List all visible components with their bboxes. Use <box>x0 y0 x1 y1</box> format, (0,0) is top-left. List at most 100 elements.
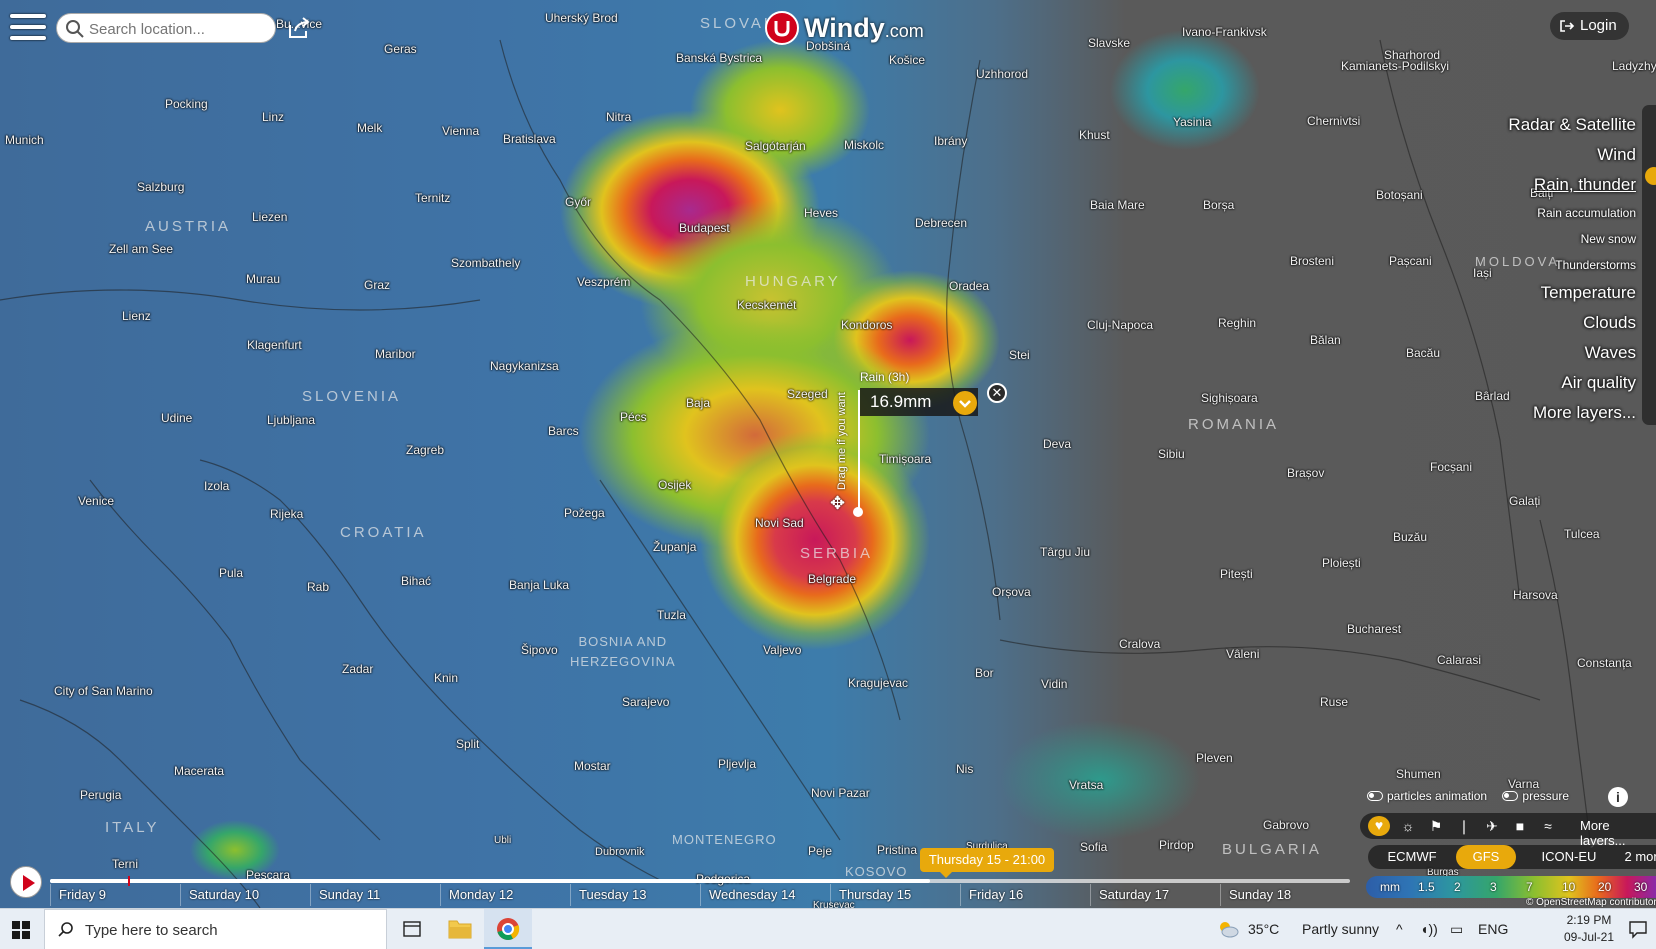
city-label: Valjevo <box>763 643 802 657</box>
timeline-day[interactable]: Sunday 18 <box>1220 884 1350 906</box>
layer-menu-item[interactable]: Rain, thunder <box>1508 170 1636 200</box>
layer-menu-item[interactable]: More layers... <box>1508 398 1636 428</box>
city-label: Liezen <box>252 210 288 224</box>
windy-logo[interactable]: Windy.com <box>765 11 924 45</box>
layer-menu: Radar & Satellite Wind Rain, thunder Rain a… <box>1508 110 1636 428</box>
timeline-current-time[interactable]: Thursday 15 - 21:00 <box>920 848 1054 878</box>
picker-point[interactable] <box>853 507 863 517</box>
timeline-day[interactable]: Wednesday 14 <box>700 884 830 906</box>
layer-menu-item[interactable]: Waves <box>1508 338 1636 368</box>
timeline-day[interactable]: Friday 9 <box>50 884 180 906</box>
city-label: Maribor <box>375 347 416 361</box>
timeline-day[interactable]: Friday 16 <box>960 884 1090 906</box>
timeline-day[interactable]: Saturday 10 <box>180 884 310 906</box>
login-button[interactable]: Login <box>1550 12 1629 40</box>
layer-menu-item[interactable]: Air quality <box>1508 368 1636 398</box>
model-option[interactable]: ICON-EU <box>1528 845 1610 869</box>
city-label: Cralova <box>1119 637 1161 651</box>
city-label: Rijeka <box>270 507 304 521</box>
model-option[interactable]: GFS <box>1456 845 1516 869</box>
picker-close-button[interactable]: ✕ <box>987 383 1007 403</box>
layer-icon-strip <box>1642 105 1656 425</box>
layer-menu-item[interactable]: Radar & Satellite <box>1508 110 1636 140</box>
hamburger-menu-icon[interactable] <box>10 12 46 42</box>
search-input[interactable] <box>89 18 269 40</box>
windows-start-icon[interactable] <box>0 909 42 949</box>
layer-menu-item[interactable]: Temperature <box>1508 278 1636 308</box>
task-view-icon[interactable] <box>388 909 436 949</box>
city-label: Košice <box>889 53 926 67</box>
attribution[interactable]: © OpenStreetMap contributors <box>1526 897 1656 908</box>
weather-icon[interactable]: ☼ <box>1398 817 1418 835</box>
chrome-icon[interactable] <box>484 909 532 949</box>
city-label: Nagykanizsa <box>490 359 559 373</box>
city-label: Baja <box>686 396 711 410</box>
city-label: Banská Bystrica <box>676 51 763 65</box>
pressure-toggle[interactable]: pressure <box>1502 789 1569 803</box>
city-label: Kecskemét <box>737 298 797 312</box>
legend-unit[interactable]: mm <box>1380 880 1400 894</box>
airplane-icon[interactable]: ✈ <box>1482 817 1502 835</box>
city-label: Cluj-Napoca <box>1087 318 1154 332</box>
model-selector: ECMWFGFS ICON-EU 2 more ⌄ <box>1368 845 1656 869</box>
timeline-day[interactable]: Thursday 15 <box>830 884 960 906</box>
city-label: Ploiești <box>1322 556 1361 570</box>
taskbar-clock[interactable]: 2:19 PM 09-Jul-21 <box>1564 912 1614 946</box>
file-explorer-icon[interactable] <box>436 909 484 949</box>
city-label: Munich <box>5 133 44 147</box>
overlay-toggles: particles animation pressure <box>1367 789 1581 804</box>
city-label: Târgu Jiu <box>1040 545 1091 559</box>
webcam-icon[interactable]: ■ <box>1510 817 1530 835</box>
layer-menu-item[interactable]: Clouds <box>1508 308 1636 338</box>
city-label: Ibrány <box>934 134 968 148</box>
timeline-day[interactable]: Tuesday 13 <box>570 884 700 906</box>
toggle-switch-icon <box>1367 791 1383 801</box>
search-box[interactable] <box>56 13 276 43</box>
country-label: SERBIA <box>800 545 874 562</box>
weather-temp[interactable]: 35°C <box>1248 921 1279 937</box>
weather-map[interactable]: SLOVAK... AUSTRIA HUNGARY SLOVENIA CROAT… <box>0 0 1656 908</box>
thermometer-icon[interactable]: ❘ <box>1454 817 1474 835</box>
city-label: Osijek <box>658 478 692 492</box>
timeline-day[interactable]: Saturday 17 <box>1090 884 1220 906</box>
weather-text[interactable]: Partly sunny <box>1302 921 1379 937</box>
city-label: Banja Luka <box>509 578 570 592</box>
move-icon[interactable]: ✥ <box>830 494 848 512</box>
picker-expand-button[interactable] <box>953 391 977 415</box>
play-button[interactable] <box>10 866 42 898</box>
taskbar-search[interactable]: Type here to search <box>44 909 387 949</box>
layer-menu-item[interactable]: New snow <box>1508 226 1636 252</box>
flag-icon[interactable]: ⚑ <box>1426 817 1446 835</box>
city-label: Ubli <box>494 835 512 846</box>
notifications-icon[interactable] <box>1628 919 1648 939</box>
city-label: Pula <box>219 566 244 580</box>
city-label: Melk <box>357 121 383 135</box>
timeline-day[interactable]: Monday 12 <box>440 884 570 906</box>
chevron-up-icon[interactable]: ^ <box>1396 921 1403 937</box>
windows-taskbar: Type here to search 35°C Partly sunny ^ … <box>0 908 1656 949</box>
city-label: Vienna <box>442 124 480 138</box>
layer-menu-item[interactable]: Wind <box>1508 140 1636 170</box>
timeline-progress <box>50 879 930 883</box>
city-label: Khust <box>1079 128 1110 142</box>
timeline-day[interactable]: Sunday 11 <box>310 884 440 906</box>
city-label: Uherský Brod <box>545 11 618 25</box>
more-layers-link[interactable]: More layers... <box>1580 818 1656 848</box>
city-label: Pirdop <box>1159 838 1194 852</box>
network-icon[interactable]: ▭ <box>1450 921 1463 938</box>
particles-toggle[interactable]: particles animation <box>1367 789 1487 803</box>
favorites-icon[interactable]: ♥ <box>1368 816 1390 836</box>
city-label: Ruse <box>1320 695 1349 709</box>
city-label: Pocking <box>165 97 208 111</box>
wind-icon[interactable]: ≈ <box>1538 817 1558 835</box>
country-label: MONTENEGRO <box>672 832 777 847</box>
share-icon[interactable] <box>287 17 311 39</box>
info-icon[interactable]: i <box>1608 787 1628 807</box>
language-indicator[interactable]: ENG <box>1478 921 1508 937</box>
legend-tick: 2 <box>1454 880 1461 894</box>
speaker-icon[interactable]: ◖)) <box>1420 921 1438 937</box>
model-option[interactable]: 2 more ⌄ <box>1620 845 1656 869</box>
layer-menu-item[interactable]: Thunderstorms <box>1508 252 1636 278</box>
model-option[interactable]: ECMWF <box>1372 845 1452 869</box>
layer-menu-item[interactable]: Rain accumulation <box>1508 200 1636 226</box>
